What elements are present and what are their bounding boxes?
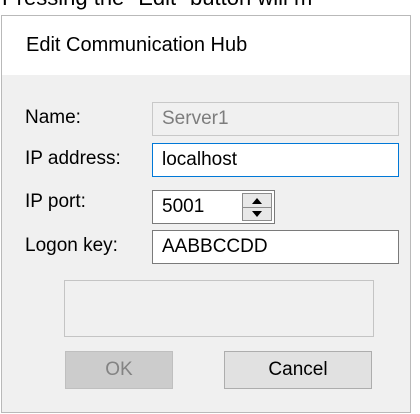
- dialog-title: Edit Communication Hub: [26, 34, 248, 56]
- stepper-up-button[interactable]: [243, 194, 271, 208]
- ip-address-field[interactable]: localhost: [152, 143, 399, 177]
- name-field: Server1: [152, 102, 399, 136]
- name-label: Name:: [25, 107, 81, 128]
- edit-communication-hub-dialog: Edit Communication Hub Name: Server1 IP …: [1, 15, 411, 413]
- triangle-up-icon: [252, 197, 262, 204]
- cancel-button[interactable]: Cancel: [224, 351, 372, 389]
- stepper-down-button[interactable]: [243, 207, 271, 220]
- ip-port-stepper[interactable]: [242, 193, 272, 221]
- logon-key-field[interactable]: AABBCCDD: [152, 230, 399, 264]
- triangle-down-icon: [252, 210, 262, 217]
- ip-port-label: IP port:: [25, 191, 86, 212]
- status-box: [64, 280, 374, 337]
- logon-key-label: Logon key:: [25, 235, 118, 256]
- page-caption: Pressing the "Edit" button will m: [0, 0, 420, 12]
- ok-button: OK: [65, 351, 173, 389]
- ip-address-label: IP address:: [25, 148, 121, 169]
- dialog-titlebar[interactable]: Edit Communication Hub: [2, 16, 410, 75]
